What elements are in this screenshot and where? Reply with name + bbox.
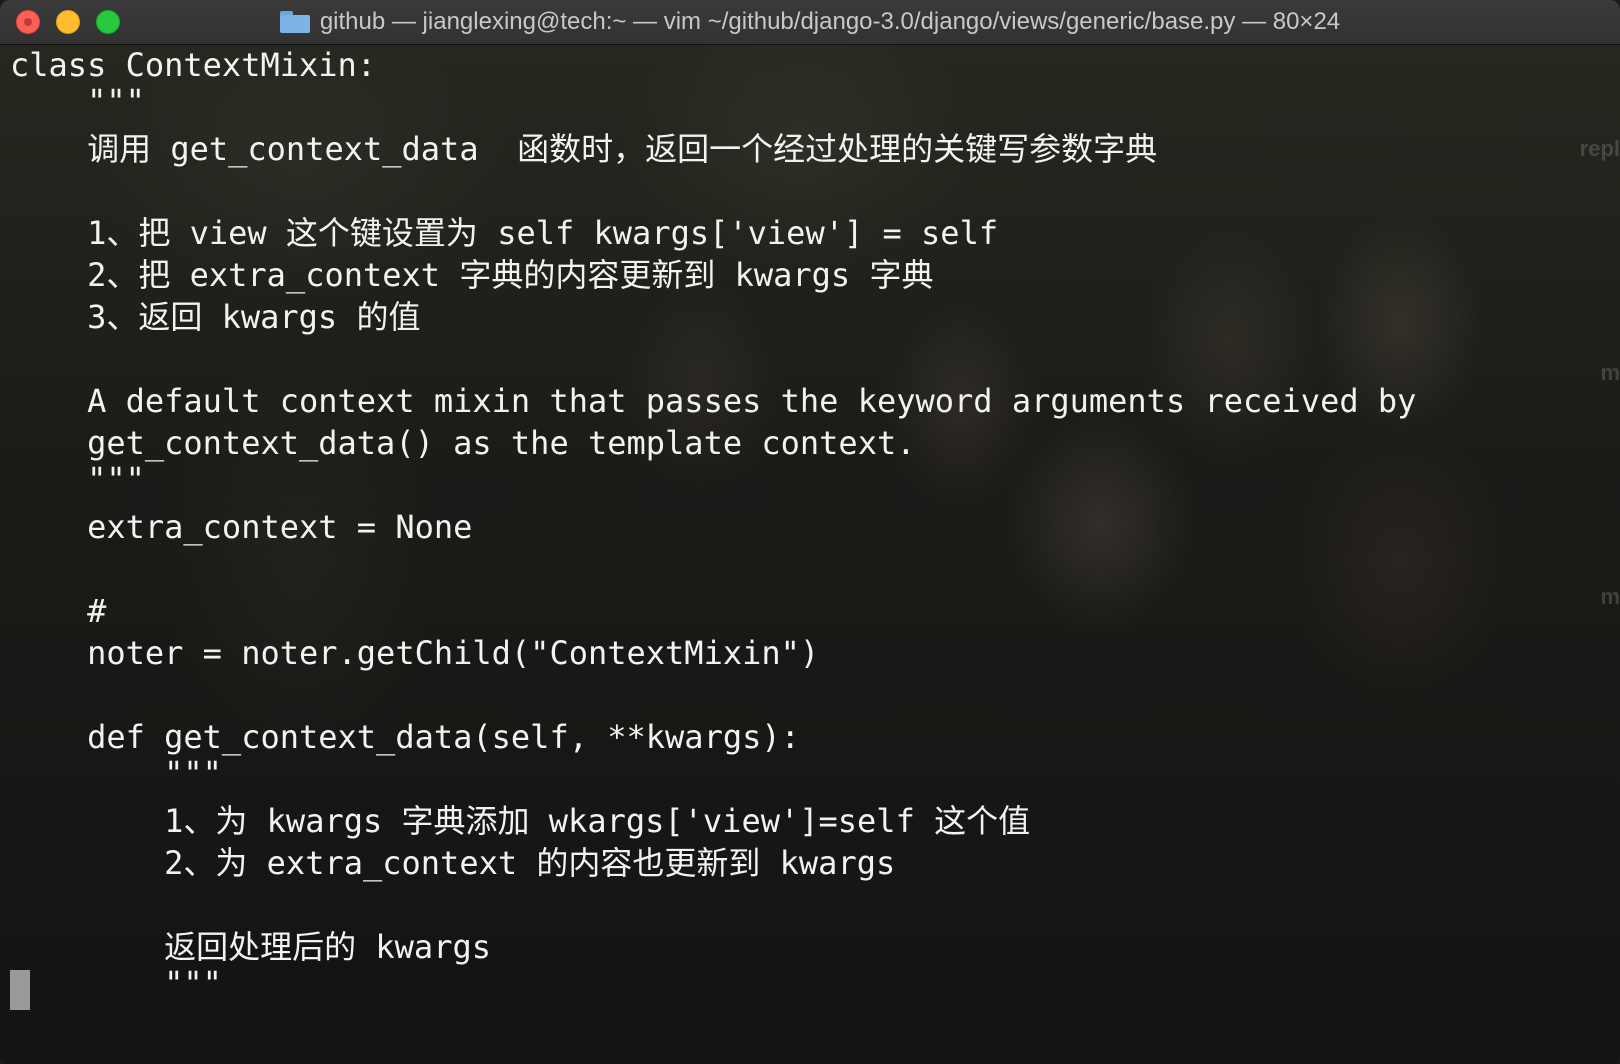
code-line: #	[10, 592, 107, 630]
code-line: 1、把 view 这个键设置为 self kwargs['view'] = se…	[10, 214, 999, 252]
code-line: 3、返回 kwargs 的值	[10, 298, 421, 336]
window-controls	[16, 10, 120, 34]
code-line: 返回处理后的 kwargs	[10, 928, 491, 966]
close-button[interactable]	[16, 10, 40, 34]
code-line: 2、为 extra_context 的内容也更新到 kwargs	[10, 844, 896, 882]
window-title-text: github — jianglexing@tech:~ — vim ~/gith…	[319, 8, 1341, 35]
code-line: def get_context_data(self, **kwargs):	[10, 718, 800, 756]
code-line: 1、为 kwargs 字典添加 wkargs['view']=self 这个值	[10, 802, 1031, 840]
maximize-button[interactable]	[96, 10, 120, 34]
code-line: """	[10, 460, 145, 498]
terminal-window: github — jianglexing@tech:~ — vim ~/gith…	[0, 0, 1620, 1064]
side-label: m	[1600, 360, 1620, 385]
title-bar[interactable]: github — jianglexing@tech:~ — vim ~/gith…	[0, 0, 1620, 45]
folder-icon	[279, 11, 310, 33]
side-label: repl	[1579, 136, 1620, 161]
code-line: extra_context = None	[10, 508, 473, 546]
code-line: """	[10, 964, 222, 1002]
code-line: """	[10, 82, 145, 120]
code-line: 调用 get_context_data 函数时，返回一个经过处理的关键写参数字典	[10, 130, 1158, 168]
code-line: A default context mixin that passes the …	[10, 382, 1417, 420]
code-line: noter = noter.getChild("ContextMixin")	[10, 634, 820, 672]
window-title: github — jianglexing@tech:~ — vim ~/gith…	[279, 8, 1341, 36]
code-line: 2、把 extra_context 字典的内容更新到 kwargs 字典	[10, 256, 934, 294]
text-cursor	[10, 970, 30, 1010]
code-line: """	[10, 754, 222, 792]
minimize-button[interactable]	[56, 10, 80, 34]
vim-buffer[interactable]: class ContextMixin: """ 调用 get_context_d…	[10, 44, 1416, 1010]
code-line: get_context_data() as the template conte…	[10, 424, 916, 462]
code-line: class ContextMixin:	[10, 46, 377, 84]
side-label: m	[1600, 584, 1620, 609]
